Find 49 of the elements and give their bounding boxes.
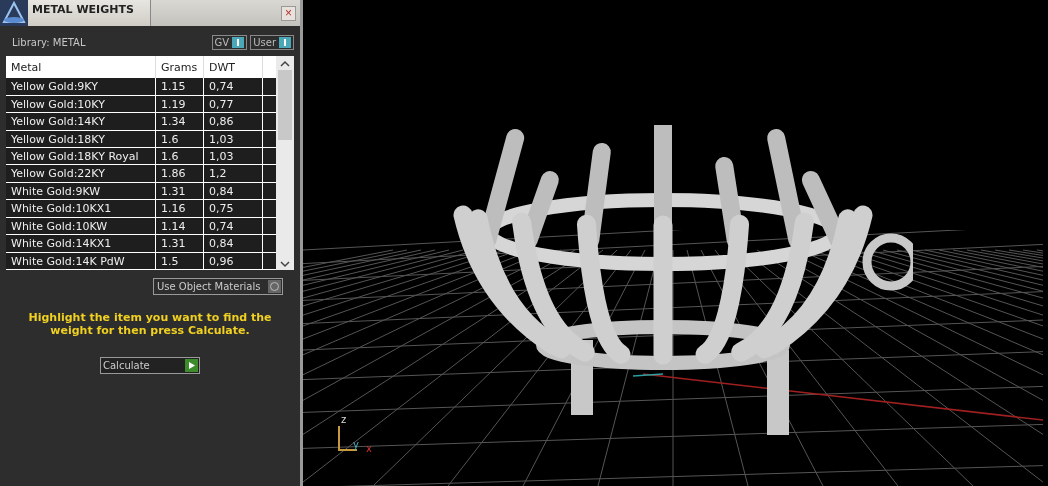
table-cell: 1.31 <box>156 182 204 200</box>
library-label: Library: METAL <box>12 37 86 48</box>
calculate-button[interactable]: Calculate <box>100 357 200 374</box>
table-cell: 1.16 <box>156 200 204 217</box>
table-cell: 1.34 <box>156 113 204 130</box>
table-cell: 1,03 <box>204 130 263 147</box>
use-object-materials-toggle[interactable]: Use Object Materials <box>153 278 283 295</box>
table-cell: White Gold:9KW <box>6 182 156 200</box>
toggle-button[interactable]: GV <box>211 35 248 50</box>
x-axis-label: x <box>366 443 372 454</box>
table-cell: Yellow Gold:18KY <box>6 130 156 147</box>
table-cell: 1.14 <box>156 217 204 235</box>
table-cell: 0,86 <box>204 113 263 130</box>
table-cell: 0,77 <box>204 95 263 113</box>
table-cell: White Gold:10KW <box>6 217 156 235</box>
z-axis-label: z <box>341 414 347 425</box>
table-cell: Yellow Gold:10KY <box>6 95 156 113</box>
instruction-text: Highlight the item you want to find the weight for then press Calculate. <box>27 310 273 337</box>
table-cell: 1.6 <box>156 148 204 165</box>
table-cell: 1,03 <box>204 148 263 165</box>
table-cell: Yellow Gold:14KY <box>6 113 156 130</box>
close-button[interactable]: × <box>281 5 296 21</box>
table-cell: 1.5 <box>156 252 204 270</box>
table-cell: 0,84 <box>204 235 263 252</box>
table-cell: 0,84 <box>204 182 263 200</box>
logo-icon <box>0 0 28 26</box>
toggle-button[interactable]: User <box>250 35 294 50</box>
scroll-down-icon <box>280 260 290 268</box>
panel-title: METAL WEIGHTS <box>28 0 151 26</box>
table-cell: White Gold:10KX1 <box>6 200 156 217</box>
scrollbar[interactable] <box>276 56 294 270</box>
table-cell: 0,75 <box>204 200 263 217</box>
scroll-up-icon <box>280 60 290 68</box>
table-cell: 0,96 <box>204 252 263 270</box>
table-cell: Yellow Gold:22KY <box>6 165 156 182</box>
table-cell: 0,74 <box>204 217 263 235</box>
table-cell: 1,2 <box>204 165 263 182</box>
table-cell: 0,74 <box>204 78 263 95</box>
table-cell: 1.15 <box>156 78 204 95</box>
table-cell: Yellow Gold:9KY <box>6 78 156 95</box>
play-icon <box>185 359 198 372</box>
table-cell: White Gold:14KX1 <box>6 235 156 252</box>
table-cell: White Gold:14K PdW <box>6 252 156 270</box>
table-cell: 1.31 <box>156 235 204 252</box>
table-cell: 1.6 <box>156 130 204 147</box>
table-cell: 1.19 <box>156 95 204 113</box>
table-cell: 1.86 <box>156 165 204 182</box>
table-cell: Yellow Gold:18KY Royal <box>6 148 156 165</box>
y-axis-label: y <box>353 439 359 450</box>
